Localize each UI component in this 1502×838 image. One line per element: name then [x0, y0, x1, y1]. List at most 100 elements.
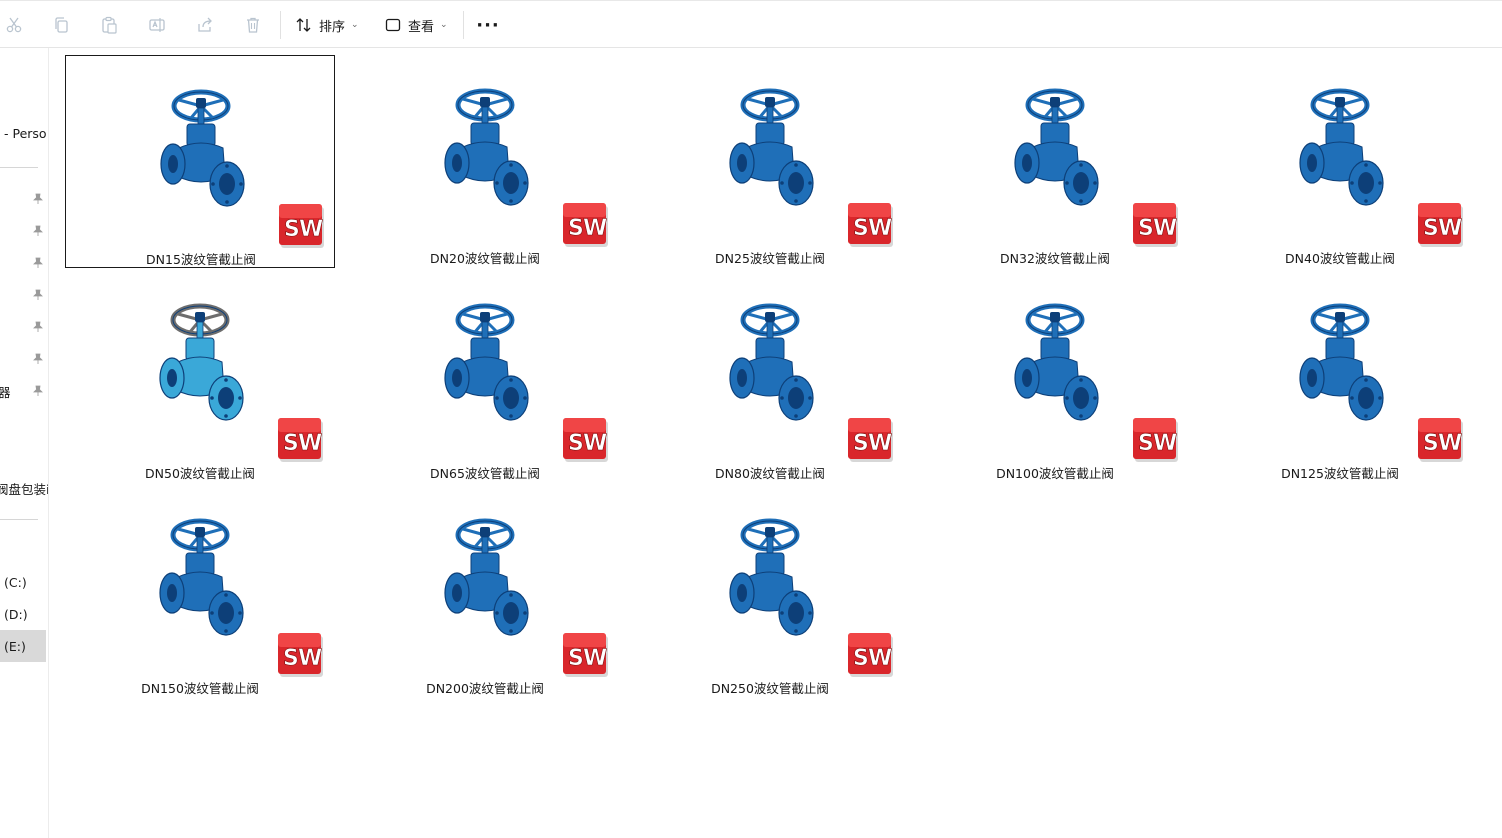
file-item[interactable]: S W DN50波纹管截止阀 — [65, 270, 335, 483]
toolbar-separator — [463, 11, 464, 39]
sort-icon — [296, 18, 311, 32]
file-item[interactable]: S W DN80波纹管截止阀 — [635, 270, 905, 483]
command-bar: 排序 ⌄ 查看 ⌄ ··· — [0, 0, 1502, 48]
cut-icon[interactable] — [2, 13, 26, 37]
file-item[interactable]: S W DN25波纹管截止阀 — [635, 55, 905, 268]
file-name: DN32波纹管截止阀 — [1000, 251, 1110, 266]
toolbar-separator — [280, 11, 281, 39]
file-item[interactable]: S W DN250波纹管截止阀 — [635, 485, 905, 698]
svg-text:W: W — [1153, 216, 1177, 241]
file-item[interactable]: S W DN65波纹管截止阀 — [350, 270, 620, 483]
solidworks-icon: S W — [562, 202, 610, 248]
file-item[interactable]: S W DN100波纹管截止阀 — [920, 270, 1190, 483]
file-thumbnail — [720, 298, 820, 438]
svg-text:W: W — [1438, 431, 1462, 456]
svg-text:S: S — [284, 217, 300, 242]
chevron-down-icon: ⌄ — [351, 20, 359, 30]
svg-text:W: W — [868, 431, 892, 456]
svg-text:W: W — [298, 431, 322, 456]
pin-icon — [33, 289, 43, 300]
sort-label: 排序 — [319, 19, 346, 35]
svg-text:W: W — [298, 646, 322, 671]
file-name: DN65波纹管截止阀 — [430, 466, 540, 481]
file-item[interactable]: S W DN32波纹管截止阀 — [920, 55, 1190, 268]
pin-icon — [33, 193, 43, 204]
pin-icon — [33, 321, 43, 332]
svg-text:S: S — [1138, 216, 1154, 241]
view-menu-button[interactable]: 查看 ⌄ — [384, 13, 448, 37]
nav-divider — [0, 167, 38, 168]
file-thumbnail — [435, 513, 535, 653]
pin-icon — [33, 353, 43, 364]
paste-icon[interactable] — [97, 13, 121, 37]
file-item[interactable]: S W DN15波纹管截止阀 — [65, 55, 335, 268]
view-label: 查看 — [408, 19, 435, 35]
file-thumbnail — [1005, 298, 1105, 438]
file-thumbnail — [1290, 83, 1390, 223]
file-name: DN50波纹管截止阀 — [145, 466, 255, 481]
copy-icon[interactable] — [49, 13, 73, 37]
rename-icon[interactable] — [145, 13, 169, 37]
svg-text:W: W — [583, 216, 607, 241]
sort-menu-button[interactable]: 排序 ⌄ — [295, 13, 359, 37]
nav-drive-e[interactable]: (E:) — [4, 639, 26, 654]
file-item[interactable]: S W DN200波纹管截止阀 — [350, 485, 620, 698]
file-name: DN250波纹管截止阀 — [711, 681, 829, 696]
solidworks-icon: S W — [562, 417, 610, 463]
nav-item-folder[interactable]: 阀盘包装i — [0, 479, 48, 498]
nav-drive-d[interactable]: (D:) — [4, 607, 28, 622]
file-thumbnail — [1005, 83, 1105, 223]
svg-text:W: W — [583, 431, 607, 456]
solidworks-icon: S W — [1417, 202, 1465, 248]
svg-text:S: S — [853, 216, 869, 241]
file-name: DN80波纹管截止阀 — [715, 466, 825, 481]
nav-item-onedrive[interactable]: - Perso — [4, 126, 47, 141]
svg-text:S: S — [568, 216, 584, 241]
file-item[interactable]: S W DN125波纹管截止阀 — [1205, 270, 1475, 483]
svg-text:S: S — [283, 431, 299, 456]
svg-text:W: W — [868, 216, 892, 241]
svg-text:S: S — [1138, 431, 1154, 456]
more-options-button[interactable]: ··· — [476, 13, 500, 37]
solidworks-icon: S W — [1132, 417, 1180, 463]
file-thumbnail — [720, 83, 820, 223]
nav-drive-c[interactable]: (C:) — [4, 575, 27, 590]
solidworks-icon: S W — [847, 632, 895, 678]
file-thumbnail — [1290, 298, 1390, 438]
file-name: DN25波纹管截止阀 — [715, 251, 825, 266]
svg-text:S: S — [1423, 431, 1439, 456]
solidworks-icon: S W — [278, 203, 326, 249]
file-thumbnail — [435, 83, 535, 223]
file-name: DN200波纹管截止阀 — [426, 681, 544, 696]
share-icon[interactable] — [193, 13, 217, 37]
svg-text:S: S — [568, 646, 584, 671]
file-item[interactable]: S W DN150波纹管截止阀 — [65, 485, 335, 698]
pin-icon — [33, 225, 43, 236]
svg-text:S: S — [283, 646, 299, 671]
nav-item-quick-access[interactable]: 器 — [0, 382, 11, 401]
file-name: DN125波纹管截止阀 — [1281, 466, 1399, 481]
solidworks-icon: S W — [847, 202, 895, 248]
nav-divider — [0, 519, 38, 520]
svg-text:S: S — [1423, 216, 1439, 241]
svg-text:S: S — [853, 431, 869, 456]
pin-icon — [33, 385, 43, 396]
file-name: DN100波纹管截止阀 — [996, 466, 1114, 481]
file-thumbnail — [150, 298, 250, 438]
file-thumbnail — [150, 513, 250, 653]
file-thumbnail — [720, 513, 820, 653]
file-thumbnail — [435, 298, 535, 438]
file-name: DN15波纹管截止阀 — [146, 252, 256, 267]
solidworks-icon: S W — [1417, 417, 1465, 463]
delete-icon[interactable] — [241, 13, 265, 37]
file-item[interactable]: S W DN20波纹管截止阀 — [350, 55, 620, 268]
solidworks-icon: S W — [1132, 202, 1180, 248]
file-name: DN150波纹管截止阀 — [141, 681, 259, 696]
svg-text:S: S — [568, 431, 584, 456]
file-name: DN20波纹管截止阀 — [430, 251, 540, 266]
file-item[interactable]: S W DN40波纹管截止阀 — [1205, 55, 1475, 268]
chevron-down-icon: ⌄ — [440, 20, 448, 30]
svg-text:W: W — [583, 646, 607, 671]
svg-text:W: W — [299, 217, 323, 242]
solidworks-icon: S W — [847, 417, 895, 463]
